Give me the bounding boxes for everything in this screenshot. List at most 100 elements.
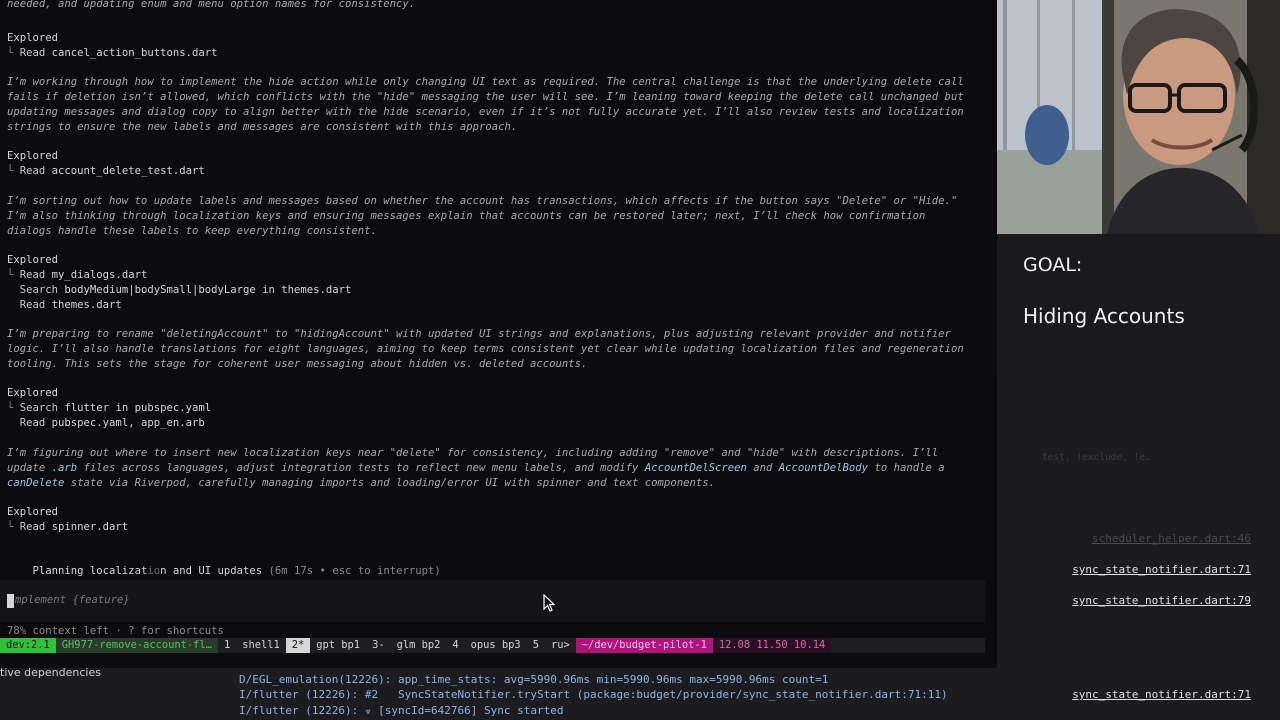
tool-argument: pubspec.yaml, app_en.arb [51, 417, 205, 429]
goal-text: Hiding Accounts [1023, 304, 1185, 328]
prompt-input[interactable]: mplement {feature} [15, 593, 130, 608]
tmux-window-tab[interactable]: shell1 [236, 638, 286, 653]
tmux-window-tab[interactable]: 1 [218, 638, 236, 653]
reasoning-line: updating messages and dialog copy to ali… [7, 106, 964, 118]
tool-verb: Search [19, 402, 65, 414]
reasoning-line: fails if deletion isn’t allowed, which c… [7, 91, 964, 103]
code-identifier: canDelete [7, 477, 65, 489]
dependencies-label: tive dependencies [0, 666, 101, 679]
source-link[interactable]: scheduler_helper.dart:46 [1092, 532, 1251, 545]
reasoning-text: and [746, 462, 779, 474]
goal-label: GOAL: [1023, 254, 1083, 276]
tmux-window-tab[interactable]: gpt bp1 [310, 638, 366, 653]
tool-verb: Read [19, 269, 52, 281]
tree-branch-glyph [7, 417, 20, 429]
tool-call-line: Search bodyMedium|bodySmall|bodyLarge in… [7, 283, 352, 298]
tool-argument: flutter in pubspec.yaml [64, 402, 212, 414]
tool-call-line: Read pubspec.yaml, app_en.arb [7, 416, 205, 431]
source-link[interactable]: sync_state_notifier.dart:79 [1072, 594, 1251, 607]
tool-argument: my_dialogs.dart [51, 269, 148, 281]
tmux-load-average: 12.08 11.50 10.14 [712, 638, 832, 653]
tool-call-line: └ Read my_dialogs.dart [7, 268, 147, 283]
tool-group-heading: Explored [7, 32, 59, 44]
tool-verb: Read [19, 47, 52, 59]
tool-group-heading: Explored [7, 506, 59, 518]
tool-verb: Read [19, 521, 52, 533]
reasoning-line: I’m preparing to rename "deletingAccount… [7, 328, 951, 340]
reasoning-text: files across languages, adjust integrati… [77, 462, 645, 474]
tmux-window-tab[interactable]: opus bp3 [465, 638, 527, 653]
tree-branch-glyph [7, 284, 20, 296]
tool-argument: spinner.dart [51, 521, 129, 533]
reasoning-line: tooling. This sets the stage for coheren… [7, 358, 588, 370]
goal-panel: GOAL: Hiding Accounts [997, 234, 1280, 376]
reasoning-line: strings to ensure the new labels and mes… [7, 121, 518, 133]
source-link[interactable]: sync_state_notifier.dart:71 [1072, 563, 1251, 576]
tool-call-line: Read themes.dart [7, 298, 122, 313]
tree-branch-glyph: └ [7, 47, 20, 59]
context-status: 78% context left · ? for shortcuts [7, 625, 224, 637]
status-fade-text: io [147, 565, 161, 577]
code-identifier: AccountDelBody [778, 462, 869, 474]
tree-branch-glyph: └ [7, 521, 20, 533]
tool-call-line: └ Read spinner.dart [7, 520, 128, 535]
tmux-window-list: 1 shell1 2* gpt bp1 3- glm bp2 4 opus bp3 5 ru> [218, 638, 576, 653]
tmux-window-tab[interactable]: 3- [366, 638, 391, 653]
tool-verb: Read [19, 165, 52, 177]
tmux-window-tab[interactable]: 5 [527, 638, 545, 653]
source-link[interactable]: sync_state_notifier.dart:71 [1072, 688, 1251, 701]
tool-group-heading: Explored [7, 254, 59, 266]
tool-argument: account_delete_test.dart [51, 165, 205, 177]
debug-log-line: I/flutter (12226): ☣ [syncId=642766] Syn… [239, 704, 564, 717]
reasoning-line: needed, and updating enum and menu optio… [7, 0, 416, 10]
tree-branch-glyph: └ [7, 165, 20, 177]
tmux-window-tab[interactable]: ru> [545, 638, 576, 653]
reasoning-line: I’m figuring out where to insert new loc… [7, 446, 938, 461]
tmux-window-tab[interactable]: 2* [285, 638, 311, 653]
tree-branch-glyph: └ [7, 402, 20, 414]
terminal-pane[interactable]: needed, and updating enum and menu optio… [0, 0, 997, 668]
status-main-text-2: n and UI updates [160, 565, 263, 577]
reasoning-line: update .arb files across languages, adju… [7, 461, 945, 476]
mouse-pointer-icon [543, 594, 555, 612]
tool-call-line: └ Search flutter in pubspec.yaml [7, 401, 211, 416]
tmux-session: dev:2.1 [0, 638, 56, 653]
reasoning-line: logic. I’ll also handle translations for… [7, 343, 964, 355]
tool-argument: bodyMedium|bodySmall|bodyLarge in themes… [64, 284, 352, 296]
tool-call-line: └ Read cancel_action_buttons.dart [7, 46, 217, 61]
tool-group-heading: Explored [7, 150, 59, 162]
tool-verb: Read [19, 417, 52, 429]
prompt-input-box[interactable] [0, 580, 985, 622]
tool-argument: themes.dart [51, 299, 122, 311]
tool-verb: Search [19, 284, 65, 296]
code-identifier: AccountDelScreen [644, 462, 747, 474]
reasoning-line: I’m working through how to implement the… [7, 76, 964, 88]
tmux-window-tab[interactable]: 4 [446, 638, 464, 653]
reasoning-line: I’m also thinking through localization k… [7, 210, 926, 222]
tree-branch-glyph [7, 299, 20, 311]
status-meta-text: (6m 17s • esc to interrupt) [262, 565, 441, 577]
reasoning-text: state via Riverpod, carefully managing i… [64, 477, 715, 489]
tmux-path: ~/dev/budget-pilot-1 [575, 638, 713, 653]
webcam-person-image [997, 0, 1280, 234]
tool-group-heading: Explored [7, 387, 59, 399]
text-cursor [7, 594, 14, 608]
ide-debug-panel: test, !exclude, !e… [997, 376, 1280, 668]
git-branch: GH977-remove-account-fl… [55, 638, 218, 653]
reasoning-text: to handle a [868, 462, 945, 474]
status-main-text: Planning localizat [32, 565, 148, 577]
debug-log-line: D/EGL_emulation(12226): app_time_stats: … [239, 673, 829, 686]
tool-call-line: └ Read account_delete_test.dart [7, 164, 205, 179]
reasoning-line: canDelete state via Riverpod, carefully … [7, 476, 715, 491]
tool-verb: Read [19, 299, 52, 311]
tree-branch-glyph: └ [7, 269, 20, 281]
tmux-status-bar: dev:2.1 GH977-remove-account-fl… 1 shell1… [0, 638, 985, 653]
webcam-feed [997, 0, 1280, 234]
debug-log-line: I/flutter (12226): #2 SyncStateNotifier.… [239, 688, 948, 701]
reasoning-line: dialogs handle these labels to keep ever… [7, 225, 377, 237]
ghost-filter-input[interactable]: test, !exclude, !e… [1042, 452, 1151, 463]
code-identifier: .arb [51, 462, 78, 474]
reasoning-text: update [7, 462, 52, 474]
reasoning-line: I’m sorting out how to update labels and… [7, 195, 958, 207]
tmux-window-tab[interactable]: glm bp2 [391, 638, 447, 653]
